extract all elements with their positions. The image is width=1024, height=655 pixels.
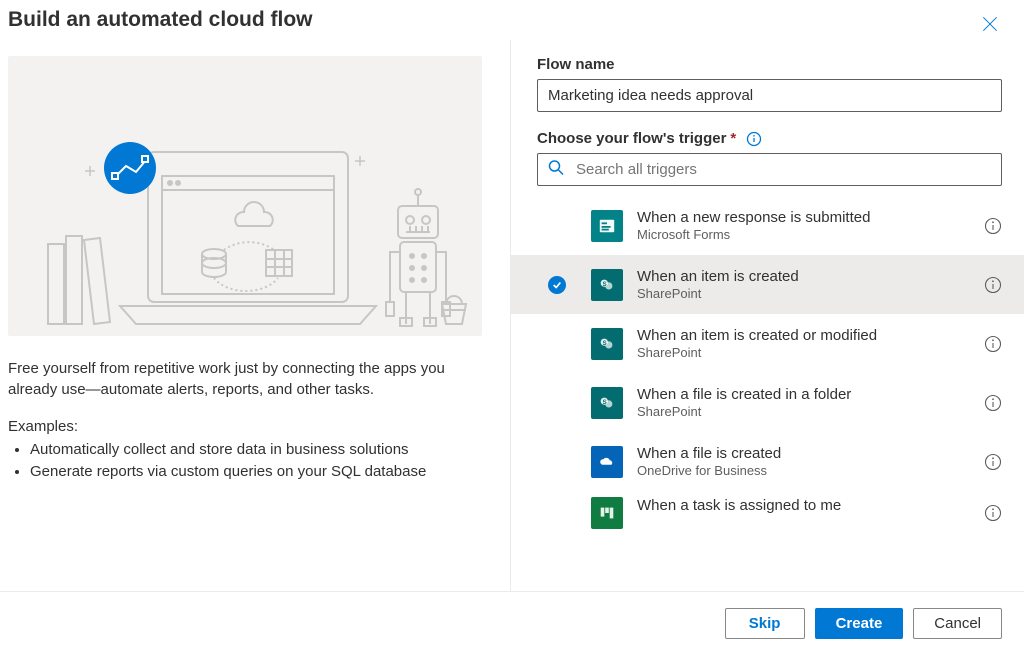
illustration-svg (8, 56, 482, 336)
trigger-radio[interactable] (543, 276, 571, 294)
dialog-footer: Skip Create Cancel (0, 591, 1024, 655)
trigger-search-wrap (537, 153, 1002, 186)
trigger-text: When an item is created or modified Shar… (637, 326, 976, 361)
trigger-row-sharepoint-item-created[interactable]: S When an item is created SharePoint (511, 255, 1024, 314)
trigger-text: When a task is assigned to me Planner (637, 496, 976, 531)
info-icon[interactable] (984, 504, 1002, 522)
description-text: Free yourself from repetitive work just … (8, 358, 485, 400)
flow-name-label: Flow name (537, 56, 1002, 73)
connector-icon-sharepoint: S (591, 269, 623, 301)
close-button[interactable] (974, 8, 1006, 40)
trigger-row-onedrive-file-created[interactable]: When a file is created OneDrive for Busi… (511, 432, 1024, 491)
svg-text:S: S (603, 398, 607, 405)
trigger-section-label: Choose your flow's trigger * (537, 130, 1002, 147)
info-icon[interactable] (984, 394, 1002, 412)
example-item: Generate reports via custom queries on y… (30, 461, 485, 483)
trigger-connector: SharePoint (637, 286, 976, 302)
right-pane: Flow name Choose your flow's trigger * (510, 40, 1024, 591)
close-icon (980, 14, 1000, 34)
examples-heading: Examples: (8, 418, 485, 435)
trigger-row-sharepoint-file-in-folder[interactable]: S When a file is created in a folder Sha… (511, 373, 1024, 432)
flow-name-input[interactable] (537, 79, 1002, 112)
info-icon[interactable] (984, 335, 1002, 353)
trigger-text: When a file is created OneDrive for Busi… (637, 444, 976, 479)
connector-icon-sharepoint: S (591, 387, 623, 419)
connector-icon-onedrive (591, 446, 623, 478)
cancel-button[interactable]: Cancel (913, 608, 1002, 639)
example-item: Automatically collect and store data in … (30, 439, 485, 461)
trigger-row-forms-new-response[interactable]: When a new response is submitted Microso… (511, 196, 1024, 255)
trigger-title: When a new response is submitted (637, 208, 976, 227)
trigger-connector: OneDrive for Business (637, 463, 976, 479)
dialog-body: Free yourself from repetitive work just … (0, 40, 1024, 591)
trigger-text: When a new response is submitted Microso… (637, 208, 976, 243)
dialog-header: Build an automated cloud flow (0, 0, 1024, 40)
trigger-title: When a file is created (637, 444, 976, 463)
search-icon (547, 158, 565, 181)
trigger-row-sharepoint-item-created-modified[interactable]: S When an item is created or modified Sh… (511, 314, 1024, 373)
trigger-connector: SharePoint (637, 345, 976, 361)
svg-text:S: S (603, 280, 607, 287)
connector-icon-planner (591, 497, 623, 529)
examples-list: Automatically collect and store data in … (8, 439, 485, 483)
trigger-connector: SharePoint (637, 404, 976, 420)
trigger-title: When an item is created or modified (637, 326, 976, 345)
illustration (8, 56, 482, 336)
required-asterisk: * (730, 130, 736, 147)
info-icon[interactable] (984, 276, 1002, 294)
skip-button[interactable]: Skip (725, 608, 805, 639)
info-icon[interactable] (984, 217, 1002, 235)
trigger-title: When a file is created in a folder (637, 385, 976, 404)
check-icon (548, 276, 566, 294)
svg-text:S: S (603, 339, 607, 346)
trigger-search-input[interactable] (537, 153, 1002, 186)
trigger-text: When a file is created in a folder Share… (637, 385, 976, 420)
dialog-root: Build an automated cloud flow (0, 0, 1024, 655)
trigger-title: When a task is assigned to me (637, 496, 976, 515)
create-button[interactable]: Create (815, 608, 904, 639)
trigger-text: When an item is created SharePoint (637, 267, 976, 302)
info-icon[interactable] (984, 453, 1002, 471)
trigger-row-planner-task-assigned[interactable]: When a task is assigned to me Planner (511, 491, 1024, 535)
trigger-list[interactable]: When a new response is submitted Microso… (511, 196, 1024, 591)
info-icon[interactable] (746, 131, 762, 147)
left-pane: Free yourself from repetitive work just … (0, 40, 510, 591)
trigger-title: When an item is created (637, 267, 976, 286)
connector-icon-forms (591, 210, 623, 242)
connector-icon-sharepoint: S (591, 328, 623, 360)
trigger-label-text: Choose your flow's trigger (537, 130, 726, 147)
trigger-connector: Microsoft Forms (637, 227, 976, 243)
dialog-title: Build an automated cloud flow (8, 8, 313, 32)
